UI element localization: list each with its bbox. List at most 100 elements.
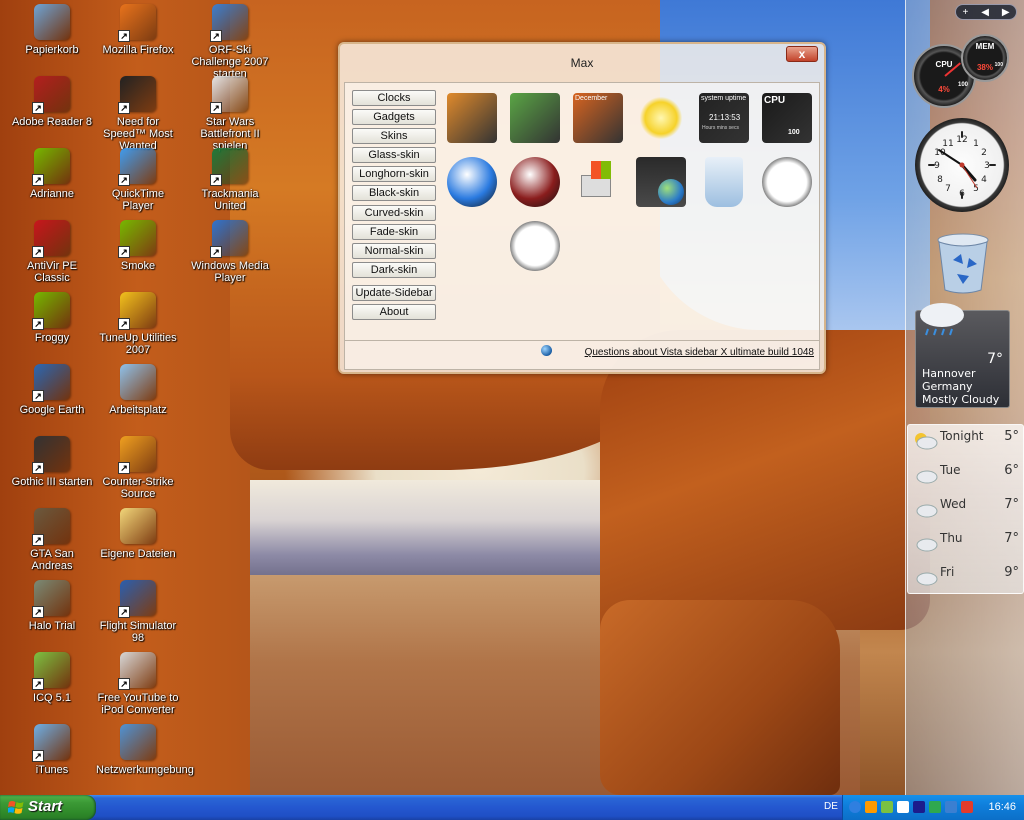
skin-button-glass-skin[interactable]: Glass-skin	[352, 147, 436, 164]
forecast-day: Tonight	[940, 429, 984, 443]
desktop-icon[interactable]: ↗ Adrianne	[10, 146, 94, 200]
desktop-icon[interactable]: ↗ Counter-Strike Source	[96, 434, 180, 500]
start-button[interactable]: Start	[0, 795, 96, 820]
gadget-thumbnail[interactable]: CPU 100	[760, 91, 814, 145]
desktop-icon[interactable]: Arbeitsplatz	[96, 362, 180, 416]
gadget-thumbnail[interactable]	[634, 155, 688, 209]
desktop-icon[interactable]: ↗ Adobe Reader 8	[10, 74, 94, 128]
about-button[interactable]: About	[352, 303, 436, 320]
desktop-icon[interactable]: ↗ Free YouTube to iPod Converter	[96, 650, 180, 716]
desktop-icon[interactable]: ↗ ORF-Ski Challenge 2007 starten	[188, 2, 272, 80]
gadget-thumb-text: CPU	[764, 95, 786, 106]
gadget-thumbnail[interactable]: system uptime 21:13:53 Hours mins secs	[697, 91, 751, 145]
tray-icon[interactable]	[929, 801, 941, 813]
sidebar-nav: + ◀ ▶	[955, 4, 1017, 20]
cpu-meter-icon: CPU 100	[762, 93, 812, 143]
clock-time[interactable]: 16:46	[988, 801, 1016, 813]
desktop-icon[interactable]: ↗ Need for Speed™ Most Wanted	[96, 74, 180, 152]
forecast-day: Thu	[940, 531, 963, 545]
gadget-thumbnail[interactable]	[508, 91, 562, 145]
windows-logo-icon	[8, 801, 24, 814]
desktop-icon[interactable]: ↗ Trackmania United	[188, 146, 272, 212]
application-icon: ↗	[118, 76, 156, 114]
skin-button-dark-skin[interactable]: Dark-skin	[352, 261, 436, 278]
desktop-icon[interactable]: ↗ Star Wars Battlefront II spielen	[188, 74, 272, 152]
desktop-icon[interactable]: ↗ Froggy	[10, 290, 94, 344]
desktop-icon-label: Free YouTube to iPod Converter	[97, 692, 179, 716]
boulder	[600, 600, 840, 795]
desktop-icon[interactable]: Netzwerkumgebung	[96, 722, 194, 776]
add-gadget-button[interactable]: +	[962, 7, 968, 18]
skin-button-skins[interactable]: Skins	[352, 128, 436, 145]
forecast-row: Tonight 5°	[908, 425, 1024, 459]
next-page-button[interactable]: ▶	[1002, 7, 1010, 18]
skin-button-clocks[interactable]: Clocks	[352, 90, 436, 106]
gadget-thumbnail[interactable]	[445, 219, 499, 273]
desktop-icon[interactable]: ↗ Smoke	[96, 218, 180, 272]
tray-icon[interactable]	[945, 801, 957, 813]
desktop-icon[interactable]: ↗ AntiVir PE Classic	[10, 218, 94, 284]
gadget-thumbnail[interactable]	[634, 91, 688, 145]
shortcut-arrow-icon: ↗	[32, 390, 44, 402]
forecast-temp: 9°	[1004, 565, 1019, 580]
previous-page-button[interactable]: ◀	[981, 7, 989, 18]
tray-icon[interactable]	[881, 801, 893, 813]
desktop-icon[interactable]: ↗ ICQ 5.1	[10, 650, 94, 704]
desktop-icon[interactable]: ↗ QuickTime Player	[96, 146, 180, 212]
desktop-icon[interactable]: Eigene Dateien	[96, 506, 180, 560]
desktop-icon[interactable]: ↗ Windows Media Player	[188, 218, 272, 284]
skin-button-curved-skin[interactable]: Curved-skin	[352, 204, 436, 221]
forecast-temp: 6°	[1004, 463, 1019, 478]
gadget-gallery: December system uptime 21:13:53 Hours mins …	[445, 89, 825, 289]
application-icon	[120, 508, 156, 544]
close-button[interactable]: x	[786, 46, 818, 62]
desktop-icon[interactable]: Papierkorb	[10, 2, 94, 56]
gadget-thumbnail[interactable]	[571, 155, 625, 209]
search-icon	[762, 157, 812, 207]
language-indicator[interactable]: DE	[820, 801, 842, 815]
tray-icon[interactable]	[849, 801, 861, 813]
desktop-icon[interactable]: ↗ Mozilla Firefox	[96, 2, 180, 56]
tray-icon[interactable]	[913, 801, 925, 813]
skin-button-black-skin[interactable]: Black-skin	[352, 185, 436, 202]
shortcut-arrow-icon: ↗	[118, 30, 130, 42]
gadget-thumbnail[interactable]	[760, 155, 814, 209]
analog-clock-gadget[interactable]: 12 3 6 9 1245 7 8 10 11	[915, 118, 1009, 212]
tray-icon[interactable]	[897, 801, 909, 813]
desktop-icon[interactable]: ↗ Flight Simulator 98	[96, 578, 180, 644]
application-icon: ↗	[118, 148, 156, 186]
recycle-bin-gadget[interactable]	[935, 230, 991, 294]
gadget-thumbnail[interactable]	[697, 155, 751, 209]
questions-link[interactable]: Questions about Vista sidebar X ultimate…	[585, 347, 814, 358]
skin-button-fade-skin[interactable]: Fade-skin	[352, 223, 436, 240]
desktop-icon[interactable]: ↗ Gothic III starten	[10, 434, 94, 488]
weather-city: Hannover	[922, 367, 976, 380]
application-icon: ↗	[32, 580, 70, 618]
desktop-icon[interactable]: ↗ GTA San Andreas	[10, 506, 94, 572]
rain-cloud-icon	[920, 303, 964, 336]
memory-meter-gauge[interactable]: MEM 38% 100	[961, 34, 1009, 82]
tray-icon[interactable]	[961, 801, 973, 813]
gadget-thumbnail[interactable]	[508, 219, 562, 273]
tray-icon[interactable]	[865, 801, 877, 813]
update-sidebar-button[interactable]: Update-Sidebar	[352, 284, 436, 301]
skin-button-longhorn-skin[interactable]: Longhorn-skin	[352, 166, 436, 183]
forecast-gadget[interactable]: Tonight 5° Tue 6° Wed 7° Thu 7° Fri 9°	[907, 424, 1024, 594]
shortcut-arrow-icon: ↗	[118, 678, 130, 690]
skin-button-gadgets[interactable]: Gadgets	[352, 109, 436, 126]
weather-gadget[interactable]: 7° Hannover Germany Mostly Cloudy	[915, 303, 1010, 408]
desktop-icon[interactable]: ↗ TuneUp Utilities 2007	[96, 290, 180, 356]
desktop-icon[interactable]: ↗ iTunes	[10, 722, 94, 776]
weather-country: Germany	[922, 380, 973, 393]
gadget-thumbnail[interactable]	[445, 91, 499, 145]
skin-button-normal-skin[interactable]: Normal-skin	[352, 242, 436, 259]
shortcut-arrow-icon: ↗	[32, 750, 44, 762]
gadget-thumbnail[interactable]: December	[571, 91, 625, 145]
gadget-thumbnail[interactable]	[508, 155, 562, 209]
desktop-icon[interactable]: ↗ Halo Trial	[10, 578, 94, 632]
desktop-icon-label: Trackmania United	[201, 188, 259, 212]
gadget-thumbnail[interactable]	[445, 155, 499, 209]
analog-clock-icon	[510, 221, 560, 271]
application-icon: ↗	[32, 436, 70, 474]
desktop-icon[interactable]: ↗ Google Earth	[10, 362, 94, 416]
